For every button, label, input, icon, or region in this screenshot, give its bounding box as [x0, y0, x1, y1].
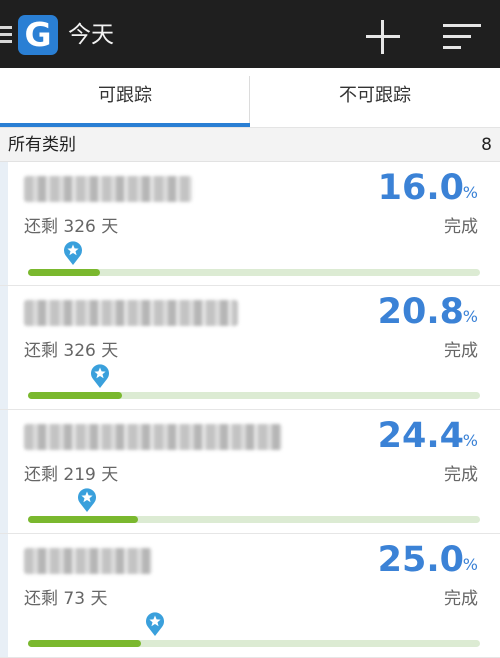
menu-icon[interactable] — [0, 26, 12, 44]
page-title: 今天 — [68, 22, 114, 48]
goal-percent: 20.8 — [377, 292, 464, 332]
time-marker-icon — [91, 364, 110, 388]
goal-status: 完成 — [444, 341, 478, 361]
goal-percent: 16.0 — [377, 168, 464, 208]
goal-remaining-days: 还剩 219 天 — [24, 465, 119, 485]
time-marker-icon — [145, 612, 164, 636]
tab-selected-indicator — [0, 123, 250, 127]
goal-progress-fill — [28, 392, 123, 399]
app-bar: G 今天 — [0, 0, 500, 68]
goal-percent-sign: % — [462, 555, 478, 574]
time-marker-icon — [64, 241, 83, 265]
time-marker-icon — [77, 488, 96, 512]
goal-percent-sign: % — [462, 183, 478, 202]
goal-progress-track — [28, 640, 480, 647]
goal-edge — [0, 286, 8, 409]
goal-remaining-days: 还剩 326 天 — [24, 341, 119, 361]
goal-remaining-days: 还剩 73 天 — [24, 589, 108, 609]
goal-status: 完成 — [444, 589, 478, 609]
goal-progress-fill — [28, 269, 101, 276]
category-header[interactable]: 所有类别 8 — [0, 128, 500, 162]
goal-progress-fill — [28, 516, 139, 523]
goal-item[interactable]: 24.4 % 还剩 219 天 完成 — [0, 410, 500, 534]
goal-edge — [0, 534, 8, 657]
goal-progress-track — [28, 269, 480, 276]
goal-status: 完成 — [444, 465, 478, 485]
goal-percent-sign: % — [462, 307, 478, 326]
goal-item[interactable]: 16.0 % 还剩 326 天 完成 — [0, 162, 500, 286]
add-icon[interactable] — [366, 20, 400, 54]
tab-bar: 可跟踪 不可跟踪 — [0, 68, 500, 128]
goal-remaining-days: 还剩 326 天 — [24, 217, 119, 237]
goal-edge — [0, 410, 8, 533]
tab-untrackable[interactable]: 不可跟踪 — [250, 68, 500, 124]
goal-edge — [0, 162, 8, 285]
goal-name-blurred — [24, 548, 152, 574]
goal-percent: 25.0 — [377, 540, 464, 580]
category-count: 8 — [481, 135, 492, 155]
goal-progress-fill — [28, 640, 141, 647]
goal-percent: 24.4 — [377, 416, 464, 456]
sort-icon[interactable] — [443, 24, 481, 50]
app-logo[interactable]: G — [18, 15, 58, 55]
goal-name-blurred — [24, 300, 238, 326]
goal-percent-sign: % — [462, 431, 478, 450]
category-title: 所有类别 — [8, 135, 76, 155]
goal-name-blurred — [24, 424, 282, 450]
goal-item[interactable]: 25.0 % 还剩 73 天 完成 — [0, 534, 500, 658]
goal-progress-track — [28, 516, 480, 523]
goal-item[interactable]: 20.8 % 还剩 326 天 完成 — [0, 286, 500, 410]
goal-name-blurred — [24, 176, 192, 202]
tab-trackable[interactable]: 可跟踪 — [0, 68, 250, 124]
goal-status: 完成 — [444, 217, 478, 237]
goal-progress-track — [28, 392, 480, 399]
